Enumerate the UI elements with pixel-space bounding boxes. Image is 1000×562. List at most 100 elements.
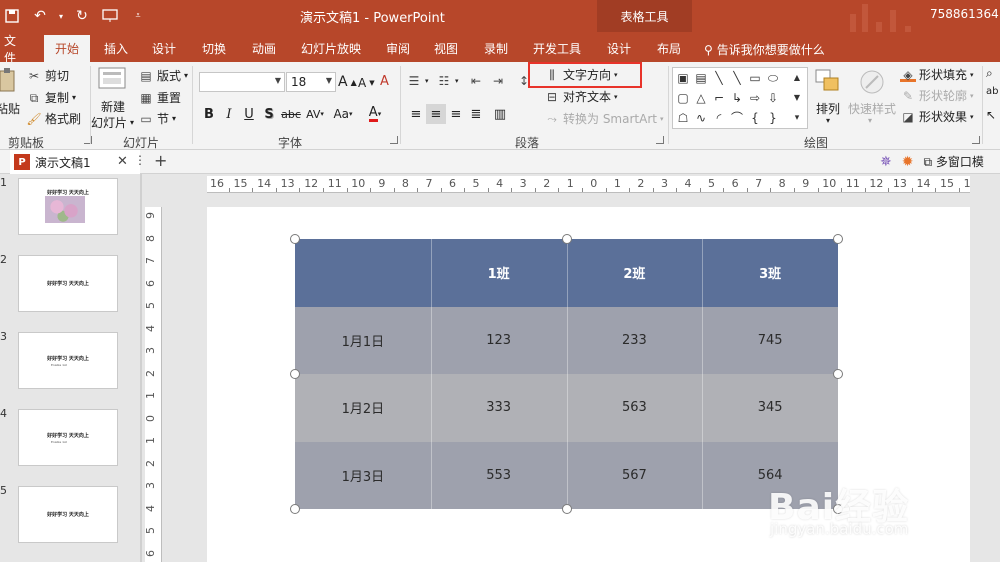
bullets-button[interactable]: ☰ ▾	[406, 74, 429, 88]
present-icon[interactable]	[98, 4, 122, 28]
align-text-button[interactable]: ⊟ 对齐文本 ▾	[544, 88, 618, 105]
tab-table-layout[interactable]: 布局	[650, 35, 688, 62]
slide-thumbnail-5[interactable]: 好好学习 天天向上	[18, 486, 118, 543]
resize-handle[interactable]	[833, 369, 843, 379]
table-cell[interactable]: 1月3日	[295, 441, 431, 509]
find-icon[interactable]: ⌕	[986, 66, 993, 81]
tab-insert[interactable]: 插入	[98, 35, 134, 62]
layout-button[interactable]: ▤ 版式 ▾	[138, 67, 188, 84]
dropdown-caret-icon[interactable]: ▾	[56, 4, 66, 28]
resize-handle[interactable]	[833, 234, 843, 244]
decrease-indent-button[interactable]: ⇤	[468, 74, 484, 88]
down-arrow-shape-icon[interactable]: ⇩	[765, 90, 781, 106]
tab-developer[interactable]: 开发工具	[528, 35, 586, 62]
tab-design[interactable]: 设计	[146, 35, 182, 62]
slide-thumbnail-1[interactable]: 好好学习 天天向上	[18, 178, 118, 235]
table-header-cell[interactable]: 3班	[702, 239, 838, 307]
customize-qat-icon[interactable]: ⩡	[126, 4, 150, 28]
table-header-cell[interactable]: 2班	[566, 239, 703, 307]
italic-button[interactable]: I	[219, 104, 239, 124]
resize-handle[interactable]	[290, 234, 300, 244]
tab-file[interactable]: 文件	[0, 34, 28, 65]
pane-splitter[interactable]	[140, 174, 142, 562]
elbow-arrow-icon[interactable]: ↳	[729, 90, 745, 106]
align-center-button[interactable]: ≡	[426, 104, 446, 124]
document-tab[interactable]: P 演示文稿1 ✕ ⋮	[10, 150, 146, 174]
line-shape-icon[interactable]: ╲	[711, 70, 727, 86]
tab-home[interactable]: 开始	[44, 35, 90, 62]
font-launcher-icon[interactable]	[390, 136, 398, 144]
table-cell[interactable]: 745	[702, 306, 838, 374]
tab-review[interactable]: 审阅	[380, 35, 416, 62]
resize-handle[interactable]	[561, 504, 572, 514]
quick-styles-button[interactable]	[858, 68, 888, 96]
more-options-icon[interactable]: ⋮	[134, 153, 146, 167]
tab-transitions[interactable]: 切换	[196, 35, 232, 62]
font-size-combo[interactable]: 18 ▼	[286, 72, 336, 92]
user-account[interactable]: 758861364	[930, 7, 999, 21]
font-color-button[interactable]: A ▾	[362, 104, 388, 124]
undo-icon[interactable]: ↶	[28, 4, 52, 28]
columns-button[interactable]: ▥	[490, 104, 510, 124]
right-brace-shape-icon[interactable]: }	[765, 110, 781, 126]
freeform-shape-icon[interactable]: ☖	[675, 110, 691, 126]
replace-icon[interactable]: ab	[986, 86, 998, 97]
section-button[interactable]: ▭ 节 ▾	[138, 110, 176, 127]
rectangle-shape-icon[interactable]: ▭	[747, 70, 763, 86]
gear-icon[interactable]: ✹	[902, 154, 914, 170]
tab-table-design[interactable]: 设计	[600, 35, 638, 62]
table-cell[interactable]: 233	[566, 306, 703, 374]
resize-handle[interactable]	[290, 504, 300, 514]
arrange-button[interactable]	[812, 68, 842, 96]
table-cell[interactable]: 1月2日	[295, 374, 431, 442]
slide-thumbnail-4[interactable]: 好好学习 天天向上 Enable 1st	[18, 409, 118, 466]
strikethrough-button[interactable]: abc	[280, 104, 302, 124]
shape-effects-button[interactable]: ◪ 形状效果 ▾	[900, 108, 973, 125]
elbow-connector-icon[interactable]: ⌐	[711, 90, 727, 106]
textbox-shape-icon[interactable]: ▣	[675, 70, 691, 86]
reset-button[interactable]: ▦ 重置	[138, 89, 181, 106]
new-slide-button[interactable]	[97, 66, 127, 92]
sparkle-icon[interactable]: ✵	[880, 154, 892, 170]
data-table[interactable]: 1班 2班 3班 1月1日 123 233 745 1月2日 333 563 345 1月3日 553 5…	[290, 234, 843, 514]
right-arrow-shape-icon[interactable]: ⇨	[747, 90, 763, 106]
shrink-font-button[interactable]: A ▼	[358, 76, 375, 90]
table-cell[interactable]: 563	[566, 374, 703, 442]
format-painter-button[interactable]: 🖌 格式刷	[26, 110, 81, 127]
grow-font-button[interactable]: A ▲	[338, 74, 357, 90]
convert-smartart-button[interactable]: ⤳ 转换为 SmartArt ▾	[544, 110, 663, 127]
save-icon[interactable]	[0, 4, 24, 28]
char-spacing-button[interactable]: AV ▾	[302, 104, 328, 124]
clear-formatting-button[interactable]: A	[380, 74, 389, 89]
tab-animations[interactable]: 动画	[246, 35, 282, 62]
horizontal-ruler[interactable]: 16 15 14 13 12 11 10 9 8 7 6 5 4 3 2 1 0 1 2 3 4 5 6 7 8 9 10 11 12 1…	[207, 176, 970, 193]
triangle-shape-icon[interactable]: △	[693, 90, 709, 106]
copy-button[interactable]: ⧉ 复制 ▾	[26, 89, 76, 106]
curve-shape-icon[interactable]: ⌒	[729, 110, 745, 126]
scroll-up-icon[interactable]: ▲	[789, 70, 805, 86]
redo-icon[interactable]: ↻	[70, 4, 94, 28]
vertical-ruler[interactable]: 9 8 7 6 5 4 3 2 1 0 1 2 3 4 5 6	[145, 207, 162, 562]
table-cell[interactable]: 345	[702, 374, 838, 442]
paste-button[interactable]: 粘贴	[0, 68, 20, 116]
underline-button[interactable]: U	[239, 104, 259, 124]
numbering-button[interactable]: ☷ ▾	[436, 74, 459, 88]
bold-button[interactable]: B	[199, 104, 219, 124]
table-header-cell[interactable]	[295, 239, 431, 307]
paragraph-launcher-icon[interactable]	[656, 136, 664, 144]
select-icon[interactable]: ↖	[986, 108, 996, 122]
new-tab-icon[interactable]: +	[154, 151, 167, 170]
scribble-shape-icon[interactable]: ∿	[693, 110, 709, 126]
tab-record[interactable]: 录制	[478, 35, 514, 62]
justify-button[interactable]: ≣	[466, 104, 486, 124]
multi-window-button[interactable]: ⧉ 多窗口模	[923, 153, 983, 170]
table-cell[interactable]: 333	[430, 374, 567, 442]
scroll-down-icon[interactable]: ▼	[789, 90, 805, 106]
font-name-combo[interactable]: ▼	[199, 72, 285, 92]
line-shape-icon[interactable]: ╲	[729, 70, 745, 86]
resize-handle[interactable]	[290, 369, 300, 379]
slide-thumbnail-2[interactable]: 好好学习 天天向上	[18, 255, 118, 312]
align-right-button[interactable]: ≡	[446, 104, 466, 124]
resize-handle[interactable]	[561, 234, 572, 244]
table-cell[interactable]: 567	[566, 441, 703, 509]
